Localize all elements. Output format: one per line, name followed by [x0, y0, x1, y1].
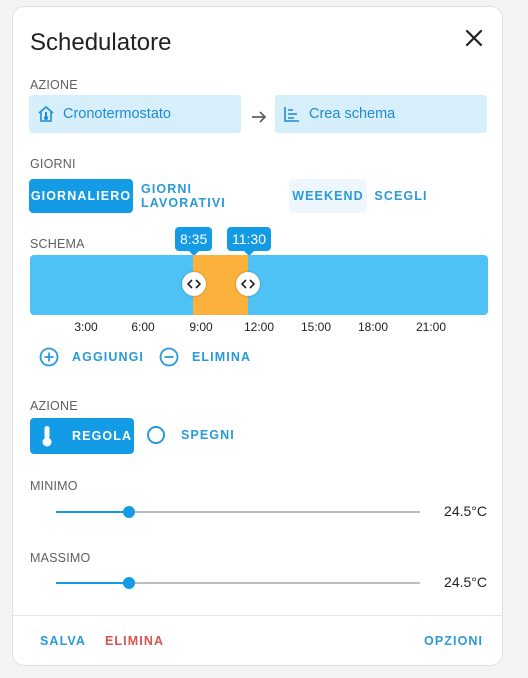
schema-icon [284, 107, 299, 122]
target-button[interactable]: Crea schema [275, 95, 487, 133]
tab-weekend[interactable]: WEEKEND [289, 179, 367, 213]
entity-button[interactable]: Cronotermostato [29, 95, 241, 133]
save-button[interactable]: SALVA [40, 634, 86, 648]
slot-end-time: 11:30 [227, 227, 271, 256]
options-button[interactable]: OPZIONI [424, 634, 483, 648]
tab-choose[interactable]: SCEGLI [371, 179, 431, 213]
resize-handle-icon [241, 279, 255, 289]
tick-label: 15:00 [300, 320, 332, 334]
slot-start-handle[interactable] [182, 272, 206, 296]
tick-label: 12:00 [243, 320, 275, 334]
set-action-label: REGOLA [72, 429, 133, 443]
tick-label: 3:00 [74, 320, 98, 334]
radio-icon[interactable] [147, 426, 165, 444]
close-icon[interactable] [459, 23, 489, 53]
slider-fill [56, 582, 129, 584]
home-thermometer-icon [38, 105, 54, 122]
scheduler-dialog: Schedulatore AZIONE Cronotermostato Crea… [12, 6, 503, 666]
slider-thumb[interactable] [122, 577, 135, 589]
slider-thumb[interactable] [122, 506, 135, 518]
thermometer-icon [42, 426, 52, 447]
tab-daily[interactable]: GIORNALIERO [29, 179, 133, 213]
delete-button[interactable]: ELIMINA [105, 634, 164, 648]
slot-end-handle[interactable] [236, 272, 260, 296]
schedule-timeline[interactable] [30, 255, 488, 315]
off-action-option[interactable]: SPEGNI [147, 426, 235, 444]
action-label: AZIONE [30, 78, 78, 92]
arrow-right-icon [249, 107, 269, 132]
delete-slot-button[interactable]: ELIMINA [159, 347, 251, 367]
min-label: MINIMO [30, 479, 78, 493]
off-action-label: SPEGNI [181, 428, 235, 442]
min-value: 24.5°C [444, 503, 487, 519]
min-slider[interactable] [56, 505, 420, 519]
tick-label: 6:00 [131, 320, 155, 334]
tick-label: 21:00 [415, 320, 447, 334]
max-slider[interactable] [56, 576, 420, 590]
set-action-button[interactable]: REGOLA [30, 418, 134, 454]
add-slot-label: AGGIUNGI [72, 350, 144, 364]
add-slot-button[interactable]: AGGIUNGI [39, 347, 144, 367]
tab-workdays[interactable]: GIORNI LAVORATIVI [141, 179, 281, 213]
tick-label: 9:00 [189, 320, 213, 334]
slot-start-time: 8:35 [175, 227, 213, 256]
dialog-title: Schedulatore [30, 29, 172, 56]
days-label: GIORNI [30, 157, 76, 171]
minus-circle-icon [159, 347, 179, 367]
max-label: MASSIMO [30, 551, 91, 565]
entity-label: Cronotermostato [63, 106, 171, 122]
slider-fill [56, 511, 129, 513]
footer-divider [13, 615, 502, 616]
target-label: Crea schema [309, 106, 396, 122]
delete-slot-label: ELIMINA [192, 350, 252, 364]
resize-handle-icon [187, 279, 201, 289]
action-type-label: AZIONE [30, 399, 78, 413]
tick-label: 18:00 [357, 320, 389, 334]
schema-label: SCHEMA [30, 237, 85, 251]
max-value: 24.5°C [444, 574, 487, 590]
plus-circle-icon [39, 347, 59, 367]
